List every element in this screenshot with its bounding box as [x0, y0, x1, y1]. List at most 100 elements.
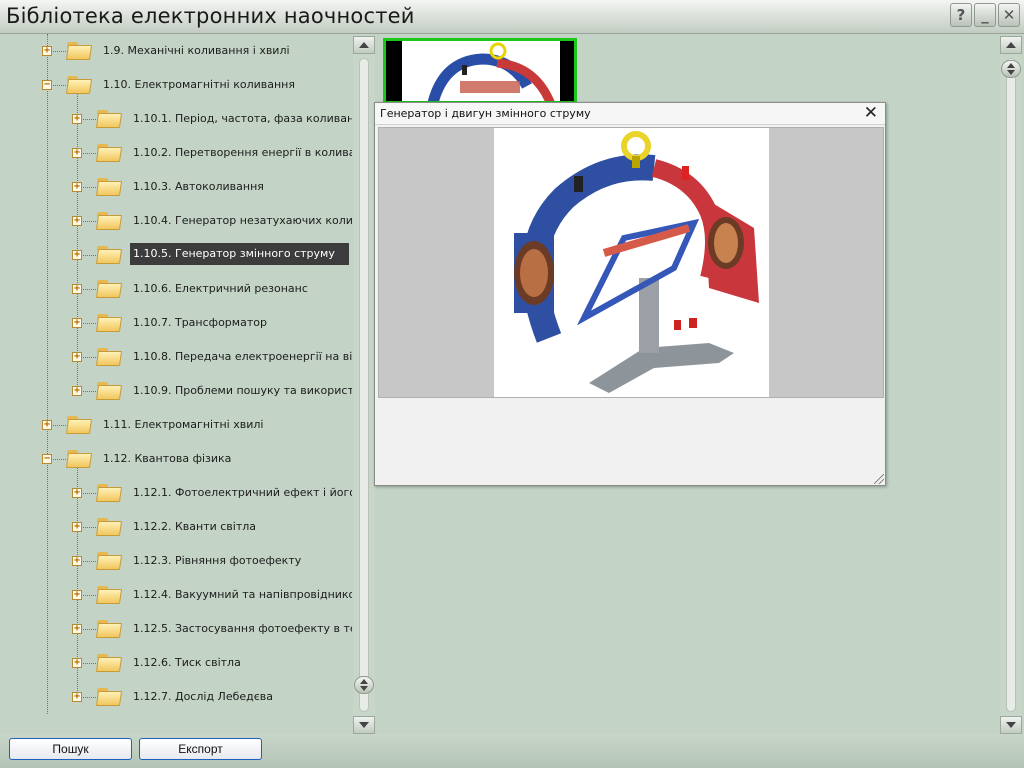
expand-icon[interactable]: + [72, 216, 82, 226]
tree-item[interactable]: +1.9. Механічні коливання і хвилі [0, 39, 352, 63]
title-bar: Бібліотека електронних наочностей ? _ ✕ [0, 0, 1024, 34]
folder-open-icon [65, 447, 93, 469]
image-viewer [378, 127, 884, 398]
expand-icon[interactable]: + [72, 692, 82, 702]
folder-icon [95, 107, 123, 129]
folder-icon [95, 311, 123, 333]
expand-icon[interactable]: + [72, 182, 82, 192]
arrow-down-icon [360, 686, 368, 691]
folder-icon [95, 243, 123, 265]
expand-icon[interactable]: + [72, 114, 82, 124]
tree-item[interactable]: +1.10.9. Проблеми пошуку та використан..… [0, 379, 352, 403]
expand-icon[interactable]: + [72, 556, 82, 566]
expand-icon[interactable]: + [72, 318, 82, 328]
expand-icon[interactable]: + [42, 46, 52, 56]
folder-icon [65, 39, 93, 61]
folder-icon [95, 651, 123, 673]
tree-item[interactable]: +1.10.8. Передача електроенергії на відс… [0, 345, 352, 369]
arrow-down-icon [359, 722, 369, 728]
tree-item-label: 1.10.9. Проблеми пошуку та використан... [133, 384, 352, 397]
tree-item[interactable]: +1.12.4. Вакуумний та напівпровідников..… [0, 583, 352, 607]
expand-icon[interactable]: + [72, 148, 82, 158]
tree-item[interactable]: − 1.10. Електромагнітні коливання [0, 73, 352, 97]
close-button[interactable]: ✕ [998, 3, 1020, 27]
tree-item-label: 1.10.1. Період, частота, фаза коливань [133, 112, 352, 125]
generator-photo [494, 128, 769, 397]
tree-item-label: 1.10.8. Передача електроенергії на відс.… [133, 350, 352, 363]
expand-icon[interactable]: + [42, 420, 52, 430]
resize-grip-icon[interactable] [874, 474, 884, 484]
tree-item-label: 1.11. Електромагнітні хвилі [103, 418, 264, 431]
arrow-down-icon [1006, 722, 1016, 728]
preview-title: Генератор і двигун змінного струму [380, 107, 591, 120]
collapse-icon[interactable]: − [42, 80, 52, 90]
expand-icon[interactable]: + [72, 590, 82, 600]
tree-scrollbar[interactable] [353, 36, 375, 734]
content-scrollbar[interactable] [1000, 36, 1022, 734]
tree-item-label: 1.12.4. Вакуумний та напівпровідников... [133, 588, 352, 601]
folder-icon [95, 617, 123, 639]
expand-icon[interactable]: + [72, 284, 82, 294]
folder-icon [95, 277, 123, 299]
tree-item[interactable]: +1.12.7. Дослід Лебедєва [0, 685, 352, 709]
arrow-up-icon [1006, 42, 1016, 48]
folder-icon [95, 549, 123, 571]
tree-item[interactable]: +1.10.3. Автоколивання [0, 175, 352, 199]
expand-icon[interactable]: + [72, 522, 82, 532]
tree-item[interactable]: +1.12.6. Тиск світла [0, 651, 352, 675]
preview-close-icon[interactable]: ✕ [864, 104, 878, 122]
arrow-up-icon [360, 679, 368, 684]
content-scroll-track[interactable] [1006, 58, 1016, 712]
folder-icon [95, 685, 123, 707]
tree-item[interactable]: +1.10.1. Період, частота, фаза коливань [0, 107, 352, 131]
search-button[interactable]: Пошук [9, 738, 132, 760]
content-scroll-thumb[interactable] [1001, 60, 1021, 78]
tree-scroll-up-button[interactable] [353, 36, 375, 54]
content-scroll-up-button[interactable] [1000, 36, 1022, 54]
content-scroll-down-button[interactable] [1000, 716, 1022, 734]
tree-item[interactable]: − 1.12. Квантова фізика [0, 447, 352, 471]
folder-open-icon [65, 73, 93, 95]
tree-item-label: 1.12.1. Фотоелектричний ефект і його ... [133, 486, 352, 499]
tree-item[interactable]: +1.12.2. Кванти світла [0, 515, 352, 539]
thumbnail-image [402, 41, 560, 101]
arrow-up-icon [1007, 63, 1015, 68]
help-button[interactable]: ? [950, 3, 972, 27]
bottom-toolbar: Пошук Експорт [0, 734, 1024, 768]
image-preview-window: Генератор і двигун змінного струму ✕ [374, 102, 886, 486]
tree-item[interactable]: +1.12.1. Фотоелектричний ефект і його ..… [0, 481, 352, 505]
arrow-down-icon [1007, 70, 1015, 75]
folder-icon [95, 481, 123, 503]
tree-item[interactable]: +1.10.4. Генератор незатухаючих колива..… [0, 209, 352, 233]
tree-item[interactable]: +1.11. Електромагнітні хвилі [0, 413, 352, 437]
tree-scroll-track[interactable] [359, 58, 369, 712]
export-button[interactable]: Експорт [139, 738, 262, 760]
tree-item[interactable]: +1.12.3. Рівняння фотоефекту [0, 549, 352, 573]
expand-icon[interactable]: + [72, 658, 82, 668]
tree-item[interactable]: +1.12.5. Застосування фотоефекту в техні… [0, 617, 352, 641]
preview-title-bar[interactable]: Генератор і двигун змінного струму ✕ [375, 103, 885, 125]
expand-icon[interactable]: + [72, 386, 82, 396]
tree-item-label: 1.10.4. Генератор незатухаючих колива... [133, 214, 352, 227]
folder-icon [95, 209, 123, 231]
tree-item-label: 1.9. Механічні коливання і хвилі [103, 44, 290, 57]
tree-scroll-down-button[interactable] [353, 716, 375, 734]
minimize-button[interactable]: _ [974, 3, 996, 27]
tree-guide-line [47, 34, 48, 714]
collapse-icon[interactable]: − [42, 454, 52, 464]
tree-item[interactable]: +1.10.5. Генератор змінного струму [0, 243, 352, 267]
image-thumbnail[interactable] [383, 38, 577, 104]
tree-item-label: 1.10. Електромагнітні коливання [103, 78, 295, 91]
tree-item[interactable]: +1.10.6. Електричний резонанс [0, 277, 352, 301]
tree-scroll-thumb[interactable] [354, 676, 374, 694]
expand-icon[interactable]: + [72, 352, 82, 362]
tree-item-label: 1.12.5. Застосування фотоефекту в техніц… [133, 622, 352, 635]
tree-item[interactable]: +1.10.7. Трансформатор [0, 311, 352, 335]
expand-icon[interactable]: + [72, 250, 82, 260]
tree-item-label: 1.10.3. Автоколивання [133, 180, 264, 193]
expand-icon[interactable]: + [72, 624, 82, 634]
tree-item[interactable]: +1.10.2. Перетворення енергії в коливал.… [0, 141, 352, 165]
expand-icon[interactable]: + [72, 488, 82, 498]
tree-item-label: 1.10.2. Перетворення енергії в коливал..… [133, 146, 352, 159]
folder-icon [95, 141, 123, 163]
